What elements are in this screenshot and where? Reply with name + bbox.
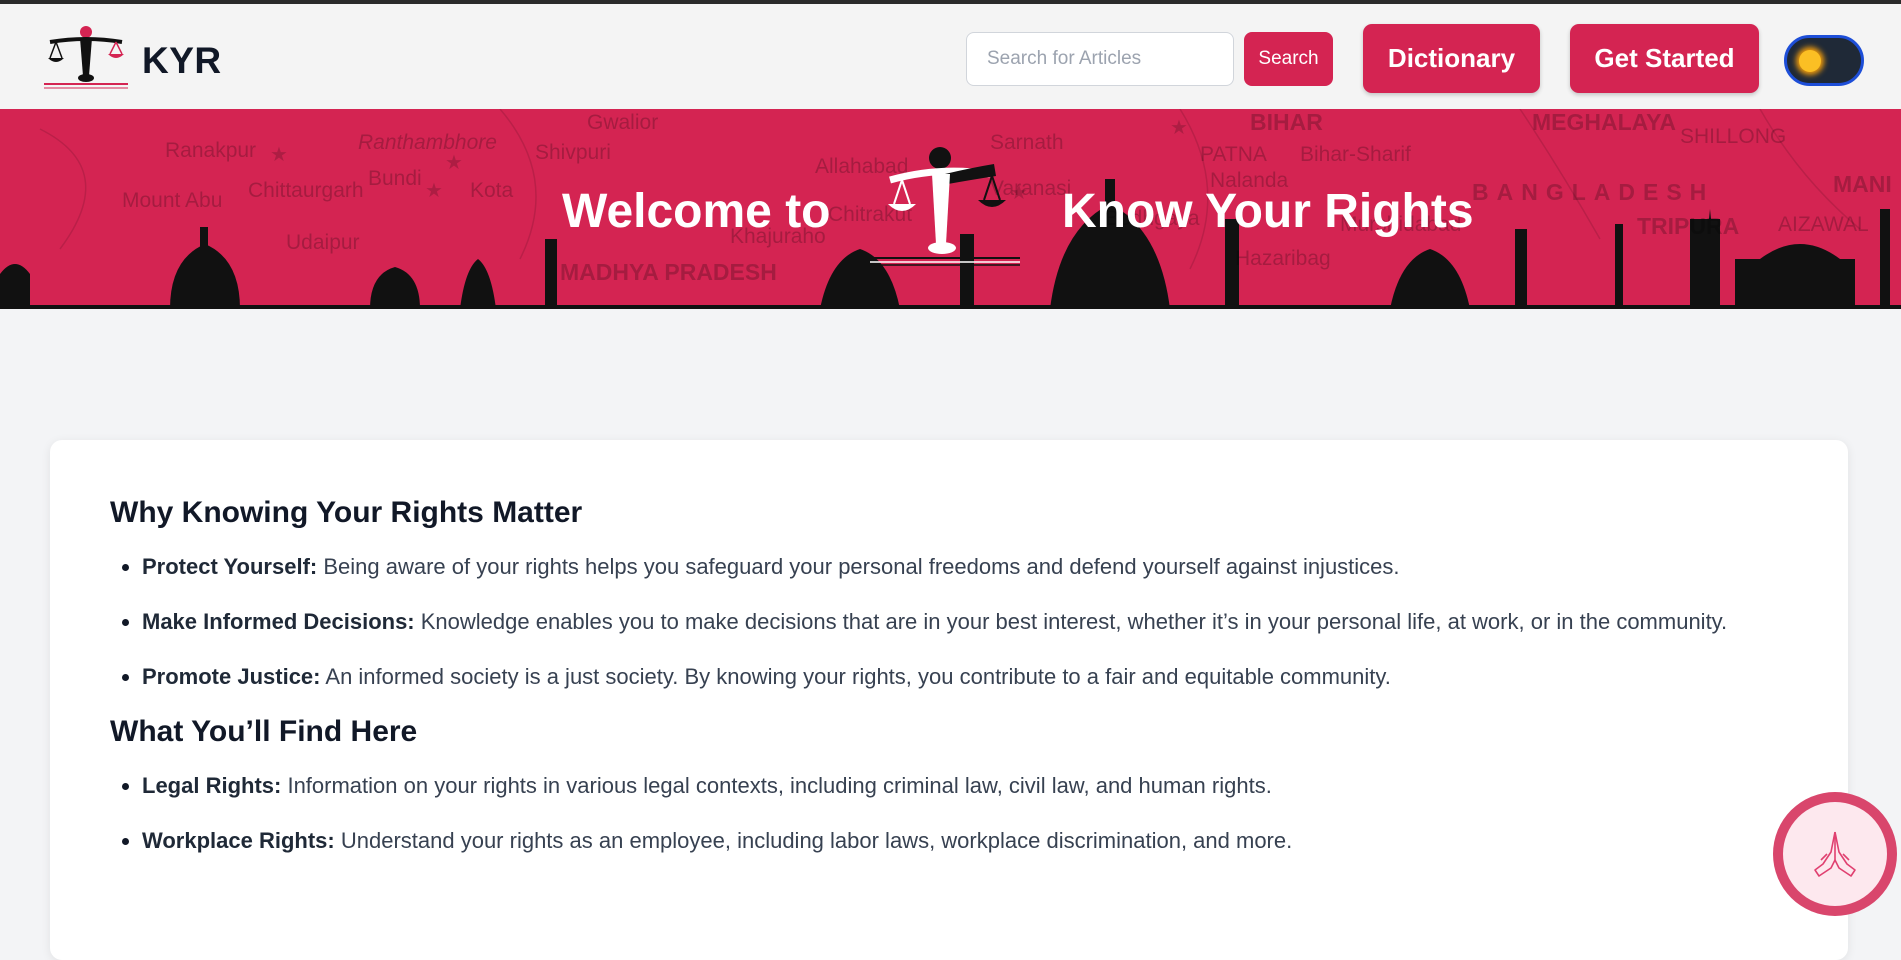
map-label: BIHAR (1250, 109, 1323, 135)
map-label: Chittaurgarh (248, 179, 364, 202)
svg-text:★: ★ (445, 152, 463, 174)
map-label: AIZAWAL (1778, 213, 1869, 236)
dictionary-button[interactable]: Dictionary (1363, 24, 1540, 93)
item-title: Legal Rights: (142, 773, 282, 798)
map-label: MEGHALAYA (1532, 109, 1676, 135)
map-label: BANGLADESH (1472, 179, 1715, 205)
map-label: Ranthambhore (358, 131, 497, 154)
find-here-list: Legal Rights: Information on your rights… (110, 769, 1788, 857)
map-label: Udaipur (286, 231, 360, 254)
namaste-hands-icon (1814, 831, 1856, 877)
section-heading: Why Knowing Your Rights Matter (110, 496, 583, 529)
scales-of-justice-icon[interactable] (40, 24, 132, 90)
list-item: Make Informed Decisions: Knowledge enabl… (142, 605, 1788, 638)
map-label: Ranakpur (165, 139, 257, 162)
item-title: Protect Yourself: (142, 554, 318, 579)
section-heading: What You’ll Find Here (110, 715, 418, 748)
navbar: KYR Search Dictionary Get Started (0, 4, 1901, 109)
item-title: Promote Justice: (142, 664, 321, 689)
hero-title-right: Know Your Rights (1062, 185, 1474, 238)
map-label: SHILLONG (1680, 125, 1787, 148)
svg-text:★: ★ (425, 180, 443, 202)
scales-of-justice-icon (870, 147, 1020, 266)
map-label: Bihar-Sharif (1300, 143, 1411, 166)
search-input[interactable] (966, 32, 1234, 86)
get-started-button[interactable]: Get Started (1570, 24, 1759, 93)
item-text: An informed society is a just society. B… (320, 664, 1391, 689)
map-label: Mount Abu (122, 189, 223, 212)
map-label: MANI (1833, 171, 1892, 197)
hero-title-left: Welcome to (562, 185, 831, 238)
rights-matter-list: Protect Yourself: Being aware of your ri… (110, 550, 1788, 693)
svg-text:★: ★ (270, 144, 288, 166)
sun-icon (1799, 50, 1821, 72)
map-label: Hazaribag (1235, 247, 1331, 270)
item-text: Information on your rights in various le… (281, 773, 1272, 798)
map-label: PATNA (1200, 143, 1267, 166)
list-item: Promote Justice: An informed society is … (142, 660, 1788, 693)
map-label: Gwalior (587, 111, 659, 134)
list-item: Workplace Rights: Understand your rights… (142, 824, 1788, 857)
info-card: Why Knowing Your Rights Matter Protect Y… (50, 440, 1848, 960)
brand-name[interactable]: KYR (142, 40, 222, 82)
item-title: Make Informed Decisions: (142, 609, 415, 634)
map-label: TRIPURA (1637, 213, 1740, 239)
list-item: Legal Rights: Information on your rights… (142, 769, 1788, 802)
chat-widget-button[interactable] (1773, 792, 1897, 916)
list-item: Protect Yourself: Being aware of your ri… (142, 550, 1788, 583)
search-button[interactable]: Search (1244, 32, 1333, 86)
item-text: Being aware of your rights helps you saf… (317, 554, 1400, 579)
map-label: Kota (470, 179, 514, 202)
item-title: Workplace Rights: (142, 828, 335, 853)
svg-text:★: ★ (1170, 117, 1188, 139)
theme-toggle[interactable] (1784, 35, 1864, 86)
item-text: Understand your rights as an employee, i… (334, 828, 1293, 853)
map-label: Bundi (368, 167, 422, 190)
map-label: MADHYA PRADESH (560, 259, 777, 285)
map-label: Shivpuri (535, 141, 611, 164)
hero-banner: ★ ★ ★ ★ ★ Gwalior Ranakpur Ranthambhore … (0, 109, 1901, 309)
item-text: Knowledge enables you to make decisions … (414, 609, 1728, 634)
